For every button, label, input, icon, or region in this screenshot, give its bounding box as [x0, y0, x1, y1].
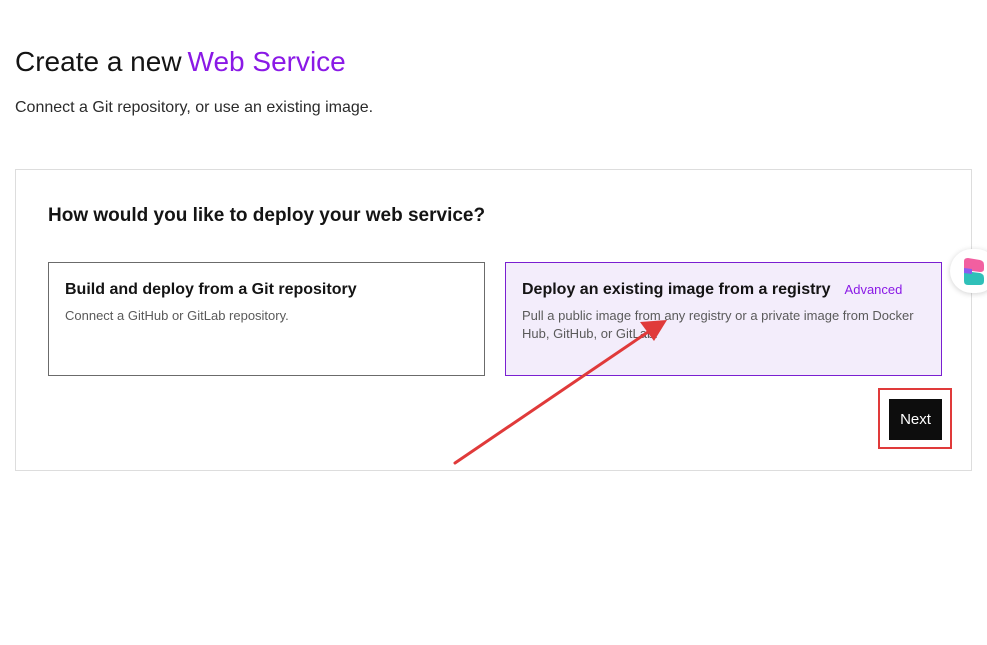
page-title-accent: Web Service — [187, 46, 346, 77]
page-title: Create a new Web Service — [15, 44, 346, 80]
option-image-description: Pull a public image from any registry or… — [522, 308, 914, 341]
browser-extension-icon[interactable] — [950, 249, 987, 293]
next-button[interactable]: Next — [889, 399, 942, 440]
deploy-method-panel: How would you like to deploy your web se… — [15, 169, 972, 471]
option-image-title: Deploy an existing image from a registry — [522, 281, 831, 298]
page-title-prefix: Create a new — [15, 46, 182, 77]
deploy-method-heading: How would you like to deploy your web se… — [48, 205, 486, 226]
page-subtitle: Connect a Git repository, or use an exis… — [15, 99, 374, 116]
option-git-description: Connect a GitHub or GitLab repository. — [65, 308, 289, 323]
extension-logo-icon — [964, 258, 984, 285]
option-git-repository[interactable]: Build and deploy from a Git repository C… — [48, 262, 485, 376]
option-image-title-row: Deploy an existing image from a registry… — [522, 279, 925, 301]
option-git-title: Build and deploy from a Git repository — [65, 281, 357, 298]
option-existing-image[interactable]: Deploy an existing image from a registry… — [505, 262, 942, 376]
advanced-badge: Advanced — [844, 282, 903, 297]
page: Create a new Web Service Connect a Git re… — [0, 0, 987, 645]
